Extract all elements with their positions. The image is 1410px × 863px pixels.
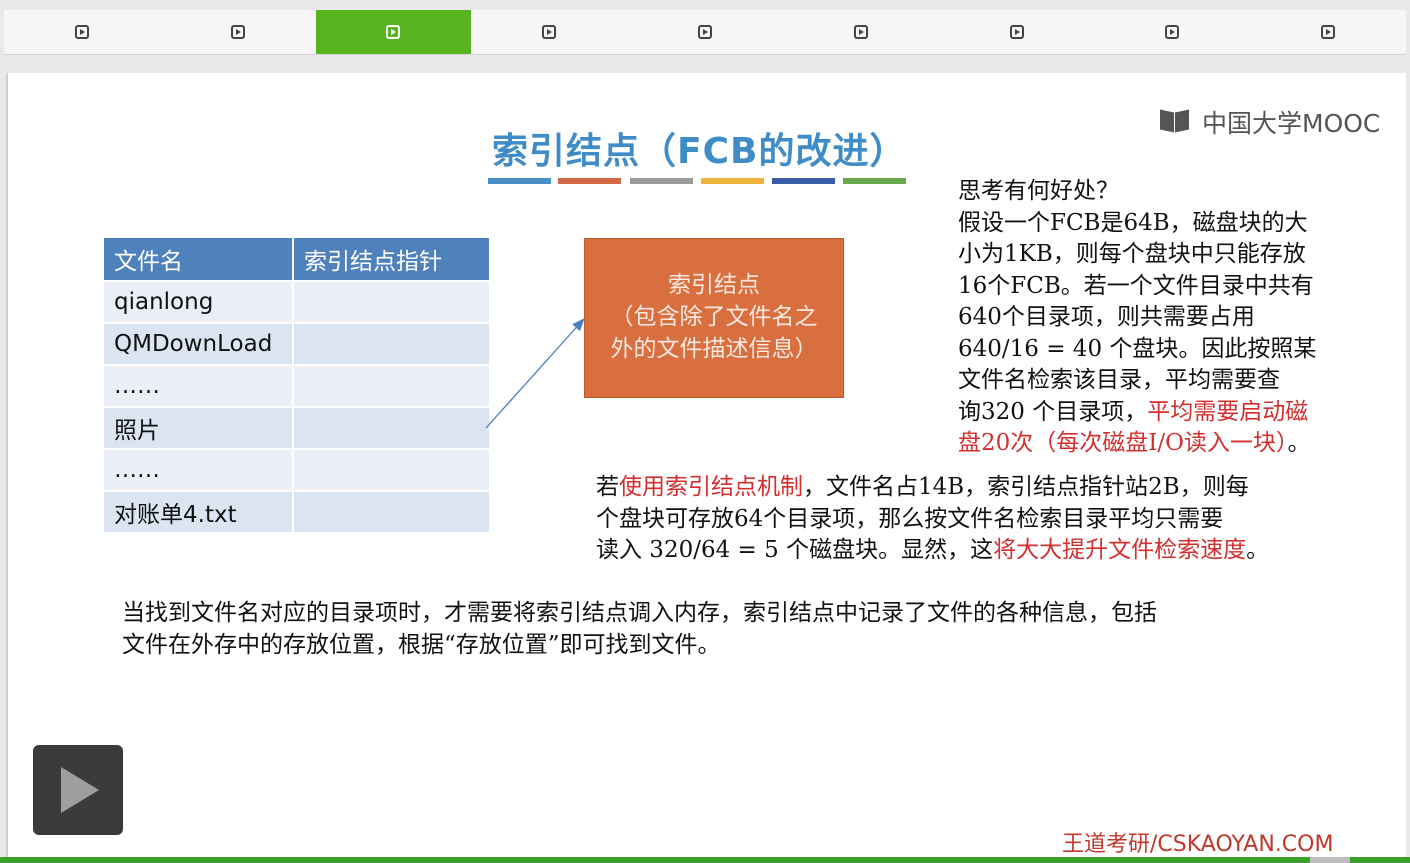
- summary-text: 当找到文件名对应的目录项时，才需要将索引结点调入内存，索引结点中记录了文件的各种…: [122, 598, 1322, 661]
- logo-text: 中国大学MOOC: [1202, 109, 1381, 138]
- index-node-box: 索引结点 （包含除了文件名之 外的文件描述信息）: [584, 238, 844, 398]
- table-row: ……: [102, 364, 491, 408]
- play-square-icon: [698, 25, 713, 39]
- pointer-cell: [292, 406, 491, 450]
- play-square-icon: [1009, 25, 1024, 39]
- tab-3[interactable]: [315, 10, 472, 54]
- play-square-icon: [386, 25, 401, 39]
- tab-7[interactable]: [939, 10, 1095, 54]
- text-line: 16个FCB。若一个文件目录中共有: [958, 272, 1314, 299]
- tab-9[interactable]: [1250, 10, 1406, 54]
- text-line: 当找到文件名对应的目录项时，才需要将索引结点调入内存，索引结点中记录了文件的各种…: [122, 600, 1157, 626]
- title-bar-segment: [558, 178, 621, 184]
- text-line: 640/16 = 40 个盘块。因此按照某: [958, 335, 1317, 362]
- text-line: 小为1KB，则每个盘块中只能存放: [958, 241, 1306, 267]
- play-square-icon: [853, 25, 868, 39]
- table-row: 对账单4.txt: [102, 490, 491, 534]
- filename-cell: qianlong: [102, 280, 294, 324]
- title-bar-segment: [488, 178, 551, 184]
- pointer-cell: [292, 448, 491, 492]
- pointer-cell: [292, 490, 491, 534]
- text-span: ，文件名占14B，索引结点指针站2B，则每: [803, 474, 1249, 500]
- video-progress-bar[interactable]: [0, 857, 1410, 863]
- play-square-icon: [1321, 25, 1336, 39]
- play-button[interactable]: [33, 745, 123, 835]
- pointer-cell: [292, 280, 491, 324]
- table-header-row: 文件名 索引结点指针: [102, 236, 491, 282]
- text-span: 读入 320/64 = 5 个磁盘块。显然，这: [596, 537, 994, 563]
- text-line: 假设一个FCB是64B，磁盘块的大: [958, 209, 1308, 236]
- text-line: 询320 个目录项，平均需要启动磁: [958, 397, 1358, 429]
- title-bar-segment: [772, 178, 835, 184]
- text-span: 。: [1287, 430, 1311, 456]
- text-line: 文件在外存中的存放位置，根据“存放位置”即可找到文件。: [122, 631, 721, 658]
- filename-cell: 对账单4.txt: [102, 490, 294, 534]
- table-row: ……: [102, 448, 491, 492]
- chapter-tab-bar: [4, 10, 1406, 55]
- mooc-logo: 中国大学MOOC: [1160, 104, 1380, 140]
- text-line: 640个目录项，则共需要占用: [958, 304, 1255, 330]
- play-square-icon: [74, 25, 89, 39]
- pointer-cell: [292, 364, 491, 408]
- title-bar-segment: [630, 178, 693, 184]
- text-line: 思考有何好处？: [958, 178, 1119, 204]
- header-filename: 文件名: [102, 236, 294, 282]
- highlight-span: 将大大提升文件检索速度: [993, 537, 1247, 563]
- text-line: 读入 320/64 = 5 个磁盘块。显然，这将大大提升文件检索速度。: [596, 535, 1336, 567]
- text-span: 若: [596, 474, 619, 500]
- title-bar-segment: [843, 178, 906, 184]
- table-row: qianlong: [102, 280, 491, 324]
- index-node-explanation: 若使用索引结点机制，文件名占14B，索引结点指针站2B，则每 个盘块可存放64个…: [596, 472, 1336, 567]
- index-node-title: 索引结点: [668, 272, 760, 298]
- filename-cell: ……: [102, 364, 294, 408]
- title-bar-segment: [701, 178, 764, 184]
- text-line: 若使用索引结点机制，文件名占14B，索引结点指针站2B，则每: [596, 472, 1336, 504]
- tab-4[interactable]: [471, 10, 627, 54]
- tab-8[interactable]: [1094, 10, 1250, 54]
- slide-title: 索引结点（FCB的改进）: [492, 131, 907, 172]
- text-span: 询320 个目录项，: [958, 398, 1148, 425]
- tab-5[interactable]: [627, 10, 783, 54]
- tab-1[interactable]: [4, 10, 160, 54]
- highlight-span: 使用索引结点机制: [619, 474, 803, 500]
- table-row: 照片: [102, 406, 491, 450]
- directory-table: 文件名 索引结点指针 qianlong QMDownLoad …… 照片 …… …: [102, 236, 491, 534]
- filename-cell: ……: [102, 448, 294, 492]
- text-line: 个盘块可存放64个目录项，那么按文件名检索目录平均只需要: [596, 505, 1224, 532]
- text-line: 文件名检索该目录，平均需要查: [958, 367, 1280, 393]
- index-node-desc-1: （包含除了文件名之: [610, 304, 818, 330]
- progress-buffer: [1310, 857, 1350, 863]
- book-logo-icon: [1160, 109, 1196, 135]
- filename-cell: 照片: [102, 406, 294, 450]
- pointer-cell: [292, 322, 491, 366]
- highlight-span: 盘20次（每次磁盘I/O读入一块）: [958, 430, 1288, 456]
- watermark: 王道考研/CSKAOYAN.COM: [1062, 832, 1334, 857]
- highlight-span: 平均需要启动磁: [1147, 398, 1309, 425]
- text-span: 。: [1246, 537, 1270, 563]
- text-line: 盘20次（每次磁盘I/O读入一块）。: [958, 428, 1358, 460]
- table-row: QMDownLoad: [102, 322, 491, 366]
- benefit-explanation: 思考有何好处？ 假设一个FCB是64B，磁盘块的大 小为1KB，则每个盘块中只能…: [958, 176, 1358, 460]
- index-node-desc-2: 外的文件描述信息）: [610, 336, 818, 362]
- play-square-icon: [542, 25, 557, 39]
- play-square-icon: [230, 25, 245, 39]
- tab-2[interactable]: [160, 10, 316, 54]
- play-square-icon: [1165, 25, 1180, 39]
- tab-6[interactable]: [783, 10, 939, 54]
- header-index-pointer: 索引结点指针: [292, 236, 491, 282]
- filename-cell: QMDownLoad: [102, 322, 294, 366]
